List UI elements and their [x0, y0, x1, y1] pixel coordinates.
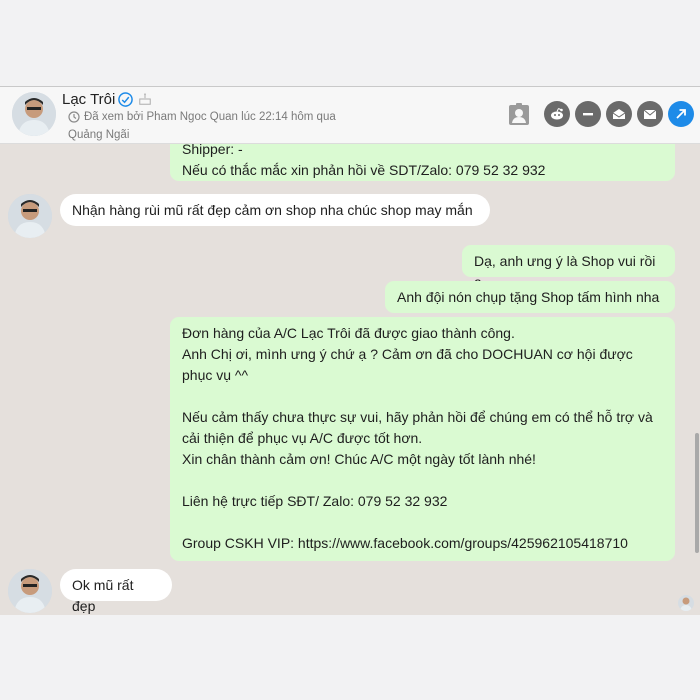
reddit-icon: [551, 108, 563, 120]
chat-header: Lạc Trôi Đã xem bởi Pham Ngoc Quan lúc 2…: [0, 87, 700, 144]
minus-icon: [583, 113, 593, 116]
mail-open-icon: [612, 109, 626, 119]
message-outgoing: Dạ, anh ưng ý là Shop vui rồi ạ: [462, 245, 675, 290]
contact-avatar[interactable]: [12, 92, 56, 136]
sender-avatar[interactable]: [8, 569, 52, 613]
message-outgoing: Anh đội nón chụp tặng Shop tấm hình nha: [385, 281, 675, 313]
cake-icon: [139, 93, 152, 105]
message-outgoing: Đơn hàng của A/C Lạc Trôi đã được giao t…: [170, 317, 675, 561]
seen-status: Đã xem bởi Pham Ngoc Quan lúc 22:14 hôm …: [84, 111, 336, 123]
share-button[interactable]: [668, 101, 694, 127]
verified-icon: [118, 91, 134, 107]
share-icon: [676, 109, 686, 119]
contact-location: Quảng Ngãi: [68, 129, 130, 141]
contact-card-icon[interactable]: [506, 102, 532, 128]
mail-icon: [643, 109, 657, 119]
sender-avatar[interactable]: [8, 194, 52, 238]
mail-open-button[interactable]: [606, 101, 632, 127]
read-receipt-avatar: [678, 595, 694, 611]
contact-name[interactable]: Lạc Trôi: [62, 91, 115, 108]
message-incoming: Nhận hàng rùi mũ rất đẹp cảm ơn shop nha…: [60, 194, 490, 226]
message-incoming: Ok mũ rất đẹp: [60, 569, 172, 614]
mail-button[interactable]: [637, 101, 663, 127]
seen-icon: [68, 111, 80, 123]
minimize-button[interactable]: [575, 101, 601, 127]
scrollbar-thumb[interactable]: [695, 433, 699, 553]
reddit-button[interactable]: [544, 101, 570, 127]
chat-window: Shipper: - Nếu có thắc mắc xin phản hồi …: [0, 86, 700, 615]
